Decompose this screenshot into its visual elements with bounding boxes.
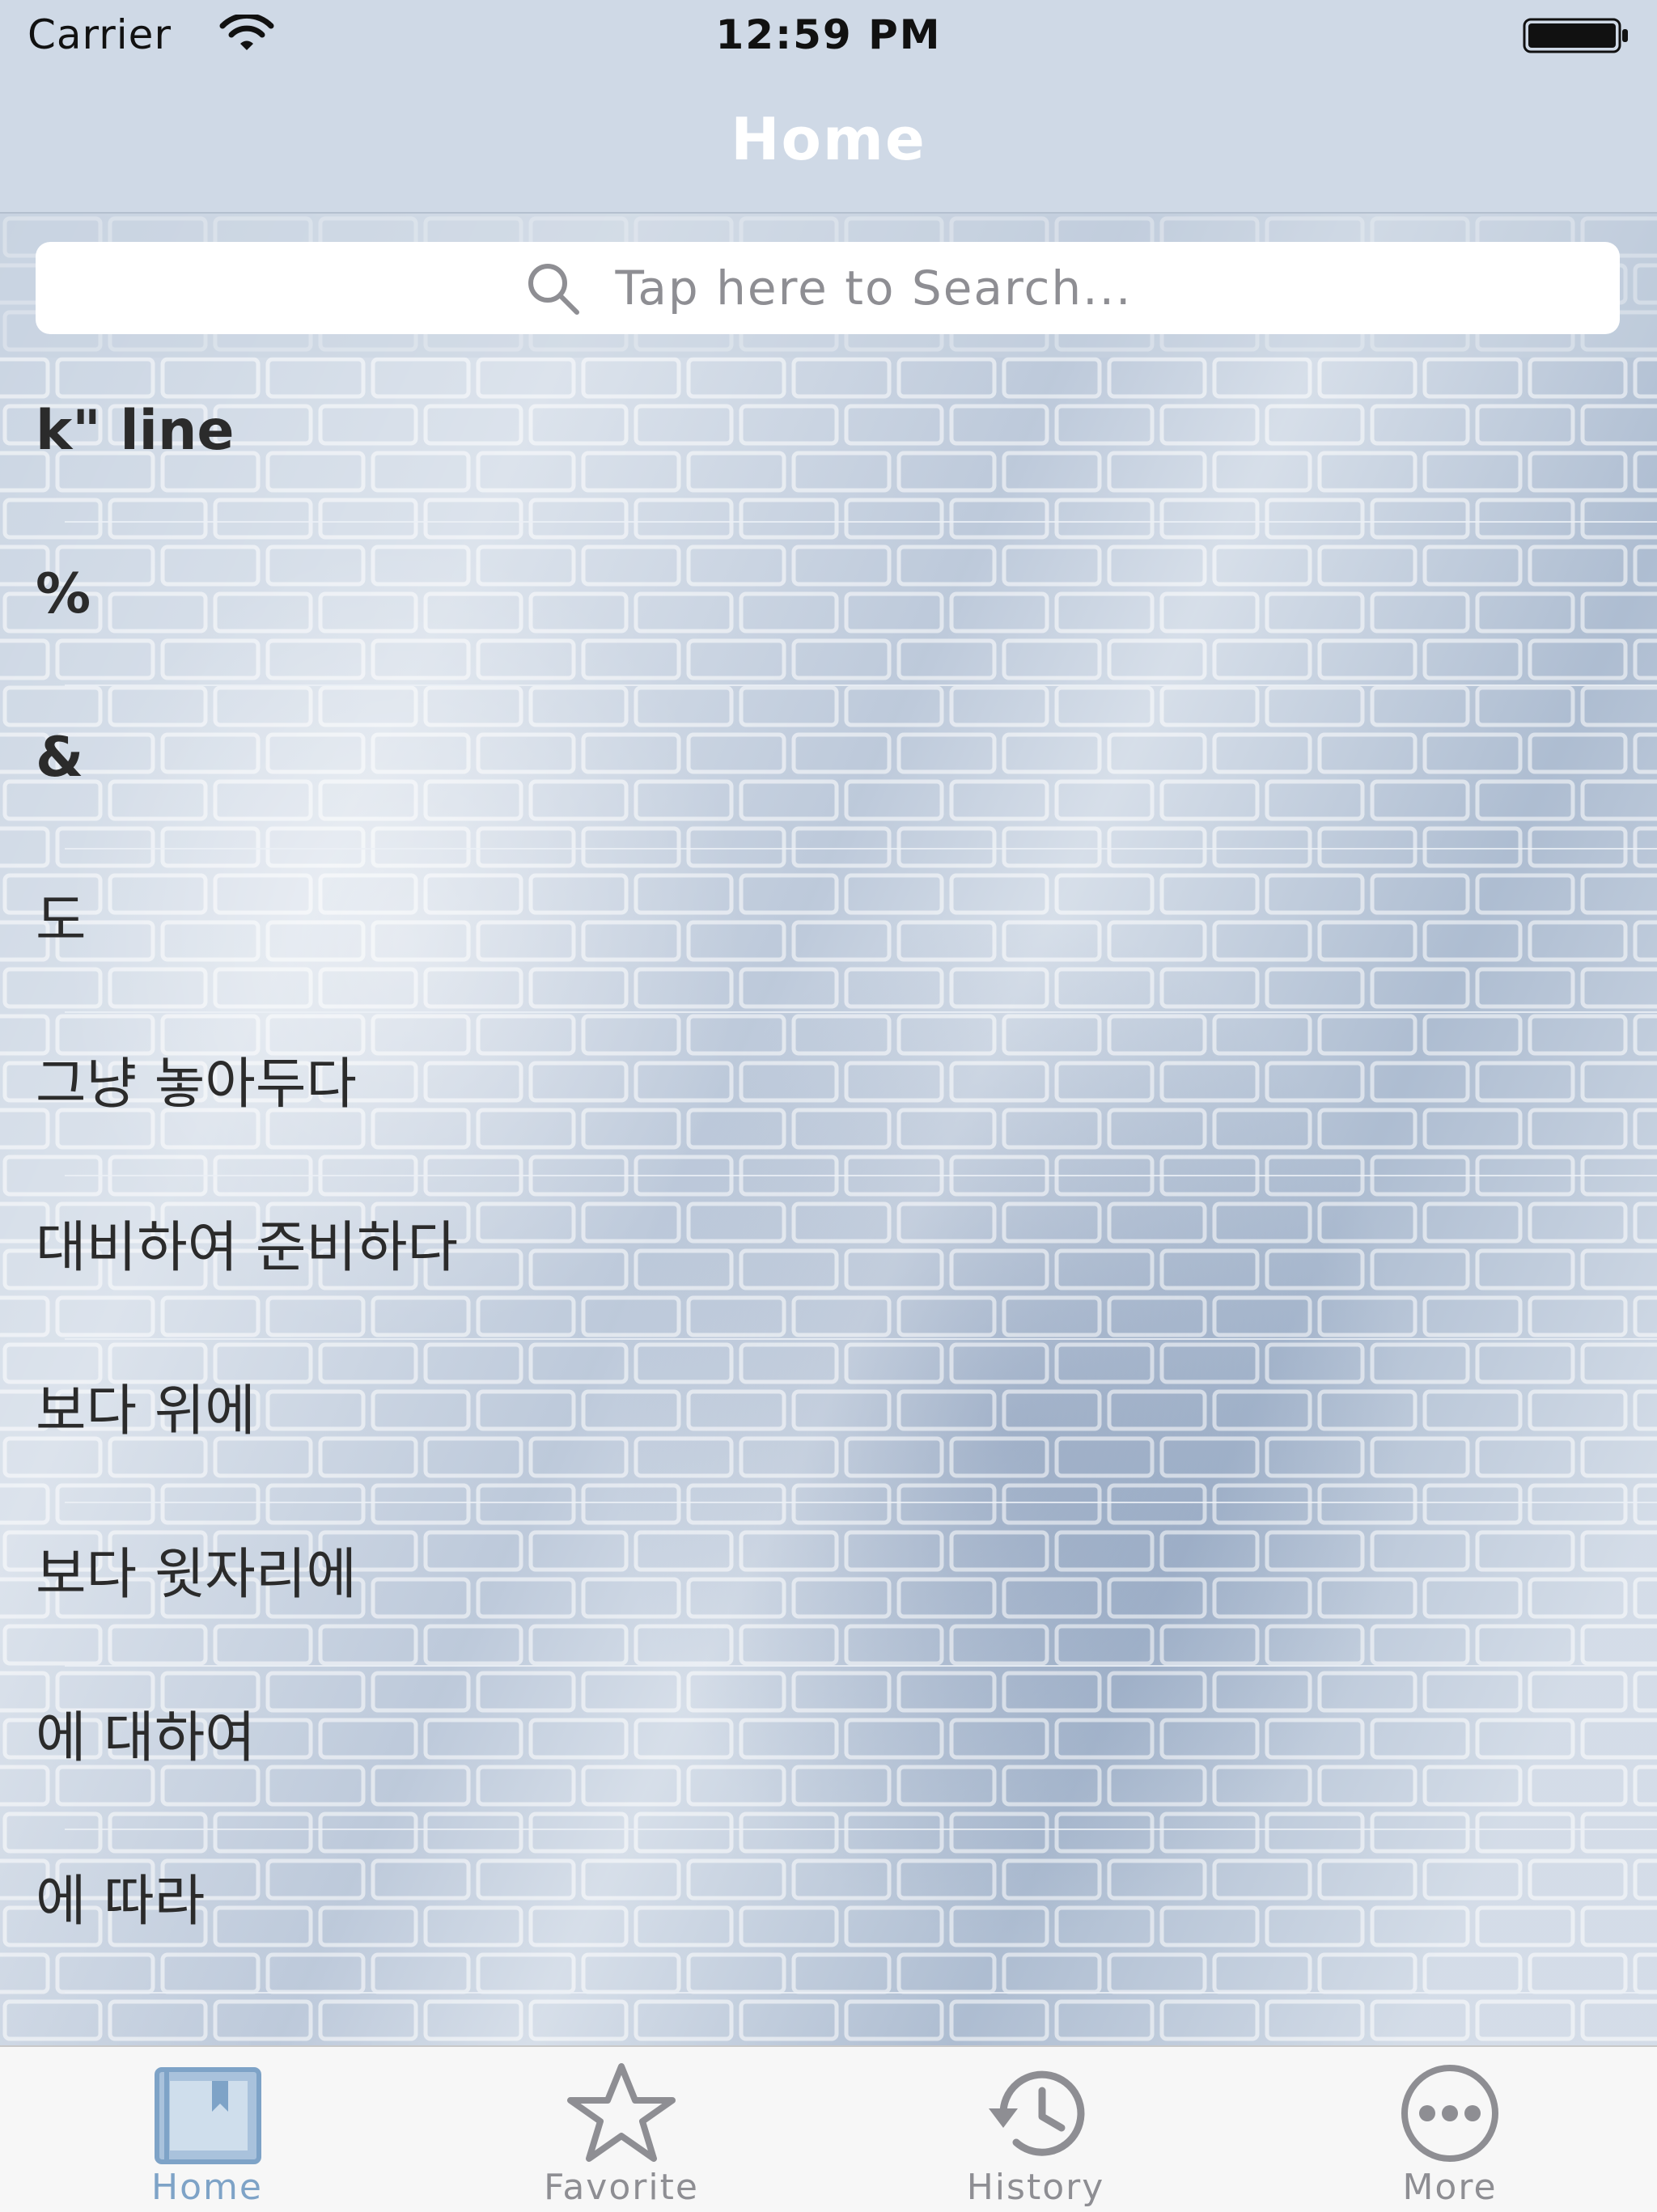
list-item[interactable]: 대비하여 준비하다 (36, 1176, 1657, 1340)
list-item-label: 그냥 놓아두다 (36, 1053, 357, 1117)
word-list: k" line % & 도 그냥 놓아두다 대비하여 준비하다 보다 위에 보다… (0, 359, 1657, 1994)
list-item-label: 에 따라 (36, 1870, 206, 1934)
content-area: Tap here to Search... k" line % & 도 그냥 놓… (0, 214, 1657, 2045)
status-bar: Carrier 12:59 PM (0, 0, 1657, 68)
history-clock-icon (989, 2070, 1085, 2156)
status-time: 12:59 PM (715, 11, 942, 58)
search-bar-container: Tap here to Search... (0, 214, 1657, 358)
list-item[interactable]: 보다 위에 (36, 1340, 1657, 1503)
tab-favorite[interactable]: Favorite (414, 2047, 828, 2212)
list-item[interactable]: k" line (36, 359, 1657, 523)
tab-history[interactable]: History (828, 2047, 1243, 2212)
list-item[interactable]: % (36, 523, 1657, 686)
tab-bar: Home Favorite History More (0, 2045, 1657, 2212)
tab-label: More (1402, 2167, 1498, 2208)
tab-label: Favorite (544, 2167, 699, 2208)
more-dots-icon (1401, 2065, 1498, 2162)
star-icon (567, 2063, 676, 2162)
list-item-label: 보다 위에 (36, 1379, 256, 1443)
tab-more[interactable]: More (1243, 2047, 1657, 2212)
list-item-label: 도 (36, 889, 87, 953)
search-icon (528, 264, 579, 315)
list-item-label: 대비하여 준비하다 (36, 1216, 459, 1280)
list-item[interactable]: & (36, 686, 1657, 850)
page-title: Home (731, 105, 926, 173)
tab-label: Home (151, 2167, 263, 2208)
list-item[interactable]: 에 대하여 (36, 1667, 1657, 1830)
list-item-label: % (36, 562, 91, 626)
navigation-header: Carrier 12:59 PM Home (0, 0, 1657, 214)
list-item[interactable]: 도 (36, 850, 1657, 1013)
battery-icon (1523, 18, 1628, 53)
tab-home[interactable]: Home (0, 2047, 414, 2212)
list-item-label: 보다 윗자리에 (36, 1543, 357, 1607)
list-item-label: 에 대하여 (36, 1706, 256, 1770)
list-item[interactable]: 보다 윗자리에 (36, 1503, 1657, 1667)
book-icon (155, 2067, 261, 2164)
search-placeholder: Tap here to Search... (615, 261, 1133, 316)
list-item[interactable]: 에 따라 (36, 1830, 1657, 1994)
list-item-label: & (36, 726, 84, 790)
search-input[interactable]: Tap here to Search... (36, 242, 1620, 334)
list-item-label: k" line (36, 399, 235, 463)
tab-label: History (966, 2167, 1105, 2208)
list-item[interactable]: 그냥 놓아두다 (36, 1013, 1657, 1176)
